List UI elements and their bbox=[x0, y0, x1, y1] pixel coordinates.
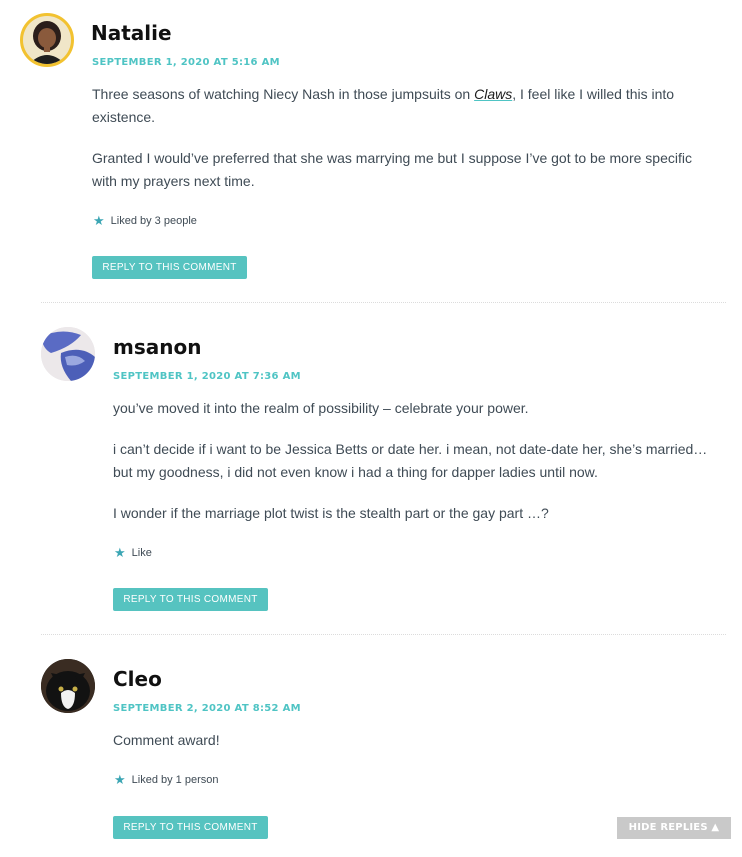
comment-divider bbox=[41, 302, 726, 303]
avatar[interactable] bbox=[20, 13, 74, 67]
star-icon: ★ bbox=[114, 772, 126, 787]
like-widget[interactable]: ★ Liked by 3 people bbox=[93, 214, 197, 227]
hide-replies-button[interactable]: HIDE REPLIES ▲ bbox=[617, 817, 731, 839]
claws-link[interactable]: Claws bbox=[474, 86, 512, 102]
comment-paragraph: i can’t decide if i want to be Jessica B… bbox=[113, 441, 708, 480]
avatar[interactable] bbox=[41, 659, 95, 713]
comment-author[interactable]: msanon bbox=[113, 335, 201, 359]
avatar[interactable] bbox=[41, 327, 95, 381]
star-icon: ★ bbox=[114, 545, 126, 560]
reply-button[interactable]: REPLY TO THIS COMMENT bbox=[113, 588, 268, 611]
star-icon: ★ bbox=[93, 213, 105, 228]
comment-date[interactable]: SEPTEMBER 2, 2020 AT 8:52 AM bbox=[113, 703, 301, 714]
comment-date[interactable]: SEPTEMBER 1, 2020 AT 5:16 AM bbox=[92, 57, 280, 68]
comment-paragraph: Granted I would’ve preferred that she wa… bbox=[92, 150, 692, 189]
comment-author[interactable]: Cleo bbox=[113, 667, 162, 691]
reply-button[interactable]: REPLY TO THIS COMMENT bbox=[92, 256, 247, 279]
comment-paragraph: Comment award! bbox=[113, 732, 220, 748]
comment-paragraph: you’ve moved it into the realm of possib… bbox=[113, 400, 529, 416]
like-widget[interactable]: ★ Liked by 1 person bbox=[114, 773, 219, 786]
comment-text: Three seasons of watching Niecy Nash in … bbox=[92, 86, 475, 102]
comment-date[interactable]: SEPTEMBER 1, 2020 AT 7:36 AM bbox=[113, 371, 301, 382]
comment-author[interactable]: Natalie bbox=[91, 21, 172, 45]
comment-paragraph: Three seasons of watching Niecy Nash in … bbox=[92, 83, 717, 129]
comment-divider bbox=[41, 634, 726, 635]
like-button-label: Like bbox=[131, 546, 152, 559]
like-widget[interactable]: ★ Like bbox=[114, 546, 152, 559]
like-count: Liked by 1 person bbox=[131, 773, 219, 786]
like-count: Liked by 3 people bbox=[110, 214, 197, 227]
reply-button[interactable]: REPLY TO THIS COMMENT bbox=[113, 816, 268, 839]
comment-paragraph: I wonder if the marriage plot twist is t… bbox=[113, 505, 549, 521]
